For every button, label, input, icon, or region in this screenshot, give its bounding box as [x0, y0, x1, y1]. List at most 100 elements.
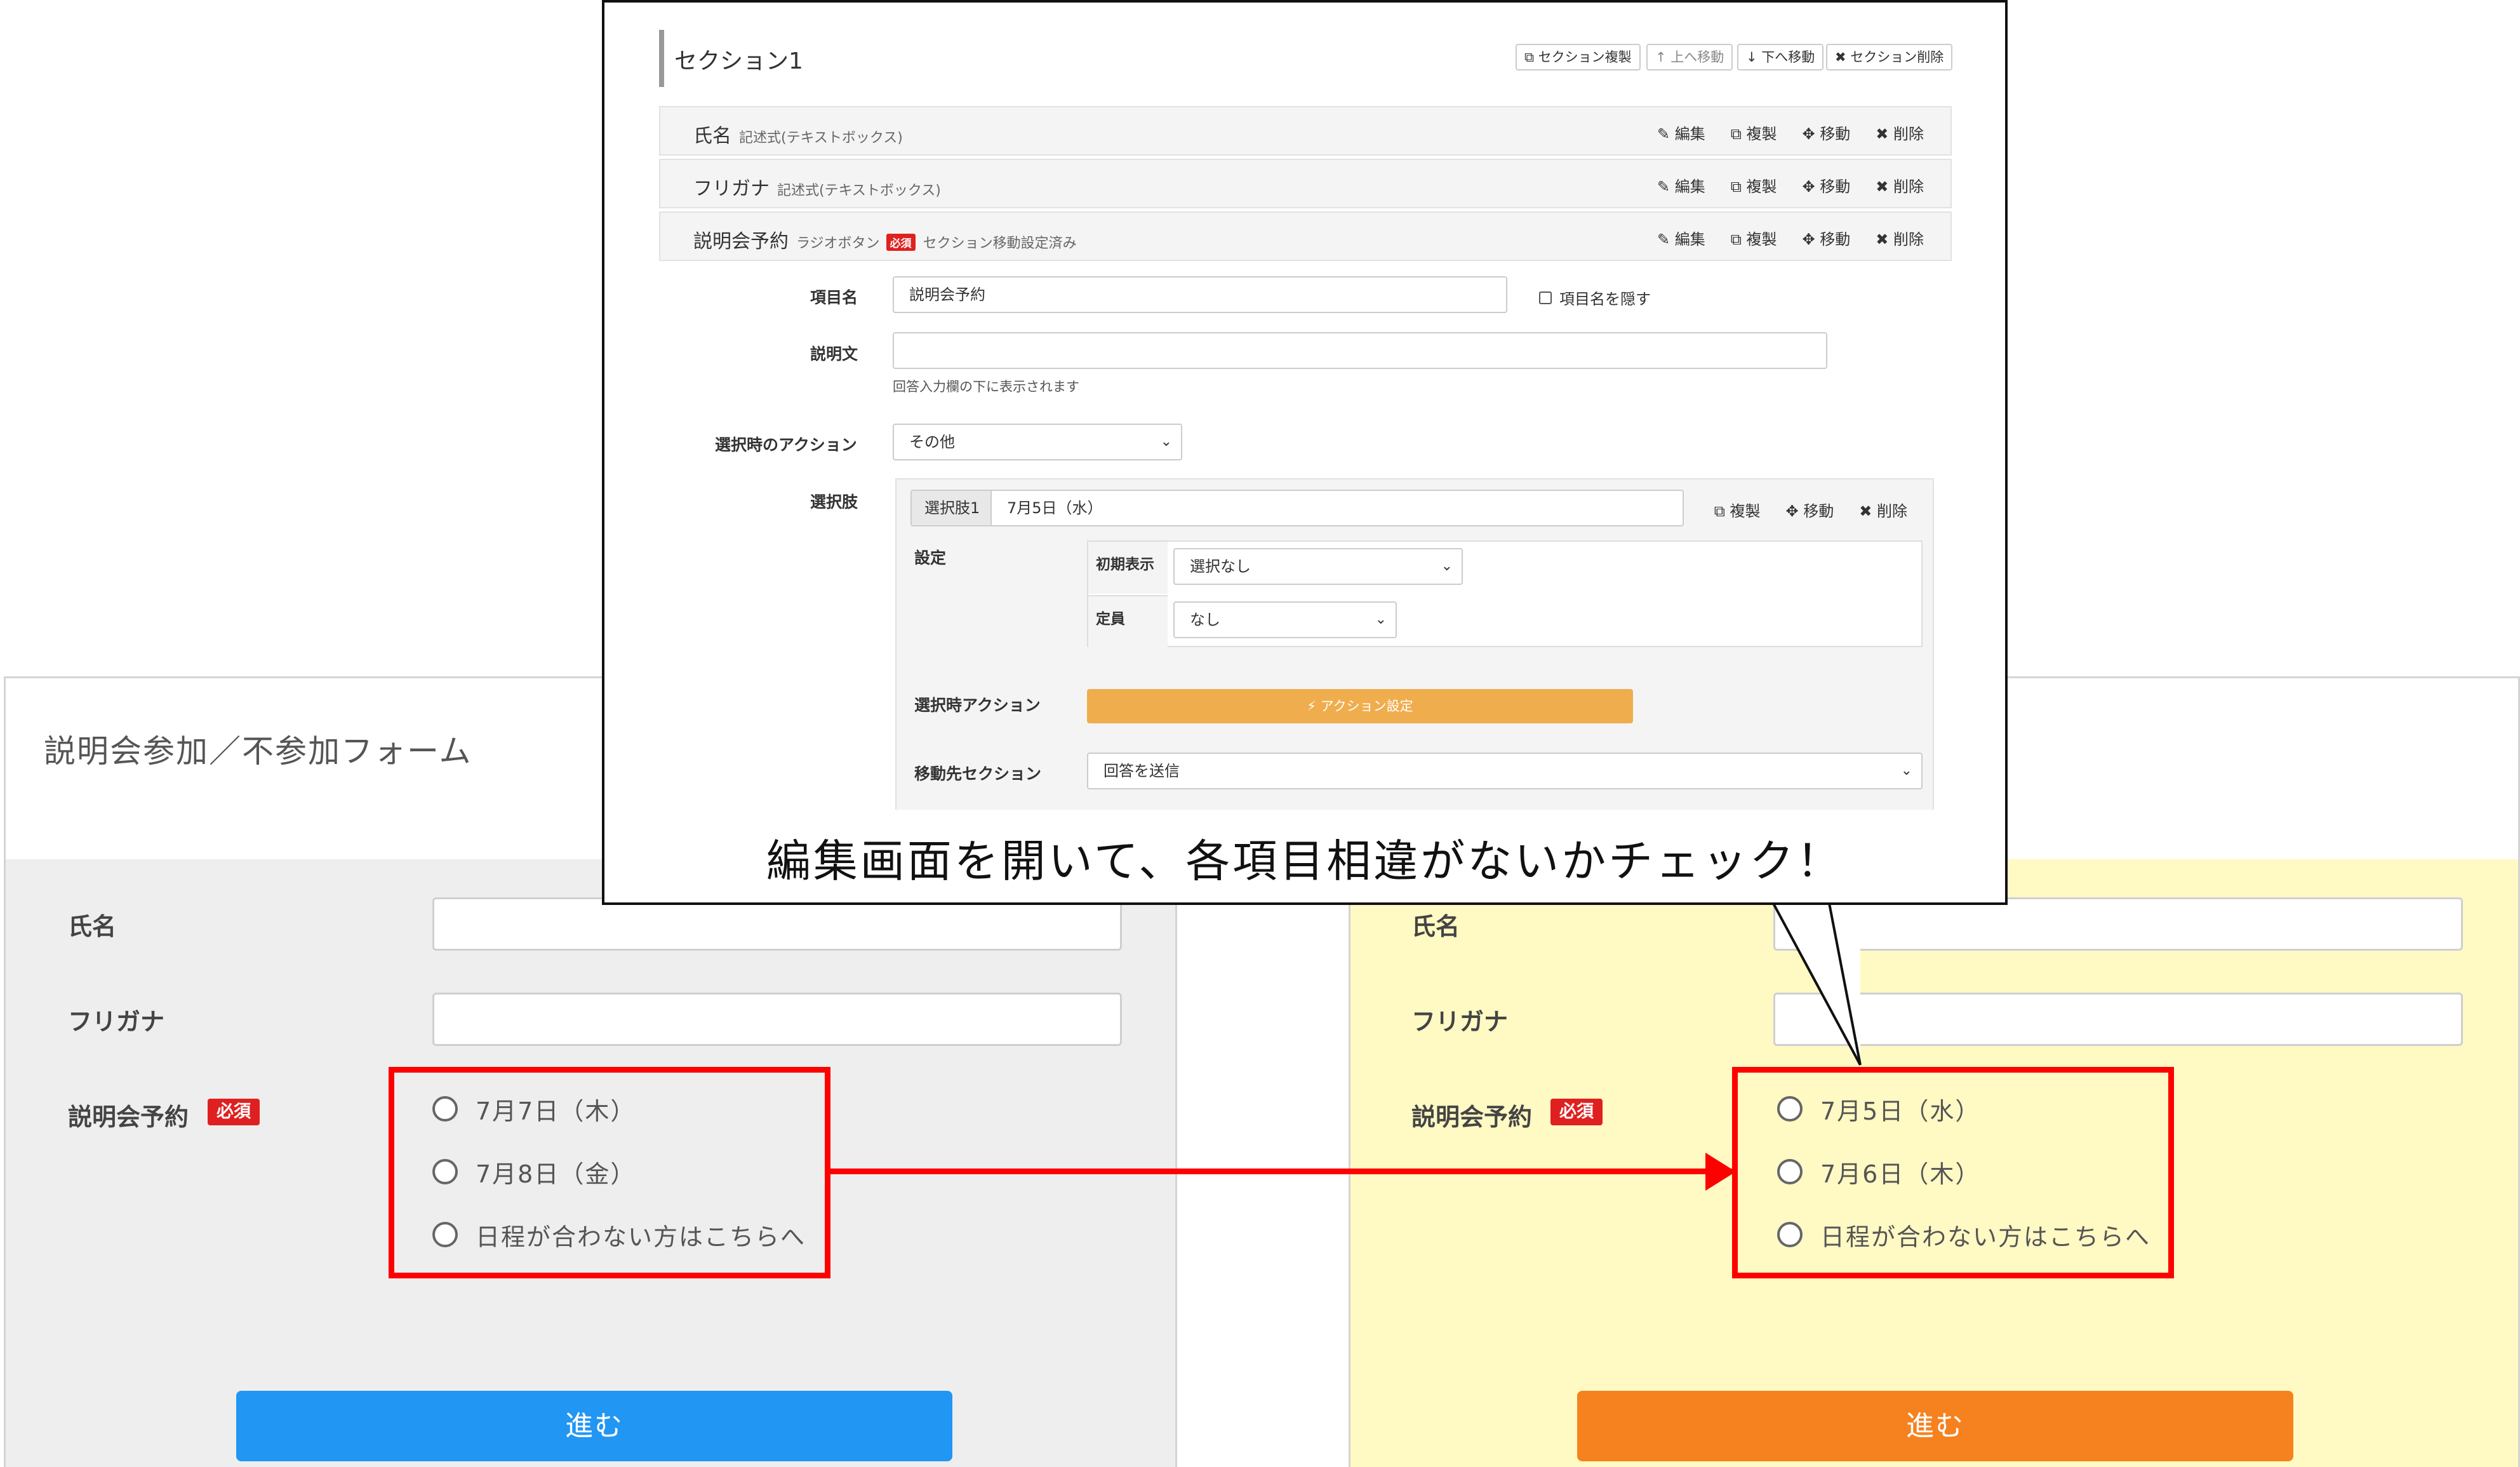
- section-duplicate-label: セクション複製: [1538, 50, 1632, 65]
- callout-tail: [1770, 899, 1862, 1066]
- callout-message: 編集画面を開いて、各項目相違がないかチェック！: [766, 835, 1844, 887]
- checkbox-icon[interactable]: [1539, 291, 1552, 304]
- duplicate-button[interactable]: ⧉ 複製: [1731, 174, 1777, 196]
- delete-button[interactable]: ✖ 削除: [1876, 227, 1924, 249]
- section-delete-label: セクション削除: [1850, 50, 1944, 65]
- question-type: 記述式(テキストボックス): [777, 183, 941, 199]
- question-actions: ✎ 編集 ⧉ 複製 ✥ 移動 ✖ 削除: [1657, 121, 1924, 144]
- question-type: ラジオボタン: [796, 236, 880, 251]
- form-title: 説明会参加／不参加フォーム: [44, 733, 472, 770]
- question-title: 氏名: [693, 125, 731, 147]
- x-icon: ✖: [1876, 125, 1893, 143]
- move-button[interactable]: ✥ 移動: [1803, 227, 1851, 249]
- description-input[interactable]: [893, 332, 1827, 369]
- destination-section-label: 移動先セクション: [914, 765, 1042, 783]
- settings-label: 設定: [914, 549, 947, 567]
- arrow-head-icon: [1705, 1153, 1736, 1191]
- section-accent-bar: [659, 30, 664, 87]
- required-badge: 必須: [886, 234, 916, 251]
- duplicate-label: 複製: [1746, 125, 1777, 143]
- duplicate-button[interactable]: ⧉ 複製: [1714, 499, 1761, 521]
- name-input[interactable]: [432, 897, 1122, 951]
- copy-icon: ⧉: [1730, 125, 1747, 143]
- proceed-button[interactable]: 進む: [1577, 1391, 2293, 1461]
- furigana-input[interactable]: [432, 993, 1122, 1046]
- delete-button[interactable]: ✖ 削除: [1859, 499, 1907, 521]
- edit-label: 編集: [1674, 125, 1705, 143]
- delete-label: 削除: [1893, 125, 1924, 143]
- name-label: 氏名: [68, 913, 117, 941]
- delete-button[interactable]: ✖ 削除: [1876, 174, 1924, 196]
- duplicate-button[interactable]: ⧉ 複製: [1731, 227, 1777, 249]
- required-badge: 必須: [1550, 1099, 1603, 1125]
- action-settings-button[interactable]: ⚡ アクション設定: [1087, 689, 1633, 723]
- question-actions: ✎ 編集 ⧉ 複製 ✥ 移動 ✖ 削除: [1657, 174, 1924, 196]
- copy-icon: ⧉: [1524, 50, 1538, 65]
- settings-table: 初期表示 選択なし ⌄ 定員 なし ⌄: [1087, 540, 1923, 647]
- chevron-down-icon: ⌄: [1900, 763, 1912, 779]
- copy-icon: ⧉: [1730, 231, 1747, 248]
- move-arrows-icon: ✥: [1802, 125, 1820, 143]
- initial-display-label: 初期表示: [1088, 542, 1168, 594]
- x-icon: ✖: [1835, 50, 1851, 65]
- destination-section-select[interactable]: 回答を送信 ⌄: [1087, 753, 1923, 789]
- proceed-button[interactable]: 進む: [236, 1391, 952, 1461]
- initial-display-value: 選択なし: [1190, 558, 1251, 575]
- section-move-down-label: 下へ移動: [1761, 50, 1815, 65]
- section-move-down-button[interactable]: ↓ 下へ移動: [1737, 44, 1824, 70]
- comparison-arrow: [829, 1169, 1735, 1174]
- highlight-box-right: [1732, 1067, 2174, 1278]
- capacity-select[interactable]: なし ⌄: [1173, 601, 1397, 638]
- move-button[interactable]: ✥ 移動: [1786, 499, 1834, 521]
- delete-label: 削除: [1877, 502, 1907, 520]
- delete-label: 削除: [1893, 231, 1924, 248]
- edit-button[interactable]: ✎ 編集: [1657, 227, 1705, 249]
- action-settings-label: アクション設定: [1320, 699, 1413, 714]
- move-label: 移動: [1820, 125, 1851, 143]
- hide-item-name-checkbox[interactable]: 項目名を隠す: [1539, 286, 1651, 309]
- duplicate-label: 複製: [1746, 231, 1777, 248]
- edit-button[interactable]: ✎ 編集: [1657, 174, 1705, 196]
- move-label: 移動: [1820, 231, 1851, 248]
- question-title: フリガナ: [693, 178, 770, 200]
- section-delete-button[interactable]: ✖ セクション削除: [1826, 44, 1953, 70]
- initial-display-select[interactable]: 選択なし ⌄: [1173, 548, 1463, 585]
- move-button[interactable]: ✥ 移動: [1803, 121, 1851, 144]
- duplicate-label: 複製: [1746, 178, 1777, 196]
- description-hint: 回答入力欄の下に表示されます: [893, 379, 1079, 394]
- edit-label: 編集: [1674, 178, 1705, 196]
- reservation-label: 説明会予約: [68, 1103, 189, 1131]
- section-duplicate-button[interactable]: ⧉ セクション複製: [1516, 44, 1641, 70]
- x-icon: ✖: [1876, 178, 1893, 196]
- question-row[interactable]: フリガナ 記述式(テキストボックス) ✎ 編集 ⧉ 複製 ✥ 移動 ✖ 削除: [659, 159, 1952, 208]
- pencil-icon: ✎: [1657, 231, 1675, 248]
- x-icon: ✖: [1876, 231, 1893, 248]
- edit-button[interactable]: ✎ 編集: [1657, 121, 1705, 144]
- selection-action-select[interactable]: その他 ⌄: [893, 424, 1182, 460]
- chevron-down-icon: ⌄: [1441, 558, 1453, 574]
- destination-section-value: 回答を送信: [1103, 762, 1180, 780]
- section-move-note: セクション移動設定済み: [923, 236, 1077, 251]
- choice-number: 選択肢1: [910, 490, 993, 526]
- item-name-input[interactable]: 説明会予約: [893, 276, 1507, 313]
- move-button[interactable]: ✥ 移動: [1803, 174, 1851, 196]
- question-row-expanded[interactable]: 説明会予約 ラジオボタン 必須 セクション移動設定済み ✎ 編集 ⧉ 複製 ✥ 移動 …: [659, 211, 1952, 261]
- delete-button[interactable]: ✖ 削除: [1876, 121, 1924, 144]
- question-name: 氏名 記述式(テキストボックス): [693, 120, 903, 148]
- copy-icon: ⧉: [1730, 178, 1747, 196]
- duplicate-button[interactable]: ⧉ 複製: [1731, 121, 1777, 144]
- capacity-label: 定員: [1088, 595, 1168, 647]
- capacity-value: なし: [1190, 611, 1220, 629]
- chevron-down-icon: ⌄: [1375, 612, 1387, 627]
- pencil-icon: ✎: [1657, 178, 1675, 196]
- required-badge: 必須: [208, 1099, 260, 1125]
- question-name: 説明会予約 ラジオボタン 必須 セクション移動設定済み: [693, 225, 1077, 253]
- selection-action-label: 選択時のアクション: [715, 436, 857, 454]
- copy-icon: ⧉: [1714, 502, 1730, 520]
- x-icon: ✖: [1859, 502, 1877, 520]
- question-row[interactable]: 氏名 記述式(テキストボックス) ✎ 編集 ⧉ 複製 ✥ 移動 ✖ 削除: [659, 106, 1952, 156]
- selection-action-value: その他: [909, 433, 955, 451]
- choice-input[interactable]: 7月5日（水）: [990, 490, 1684, 526]
- section-move-up-button[interactable]: ↑ 上へ移動: [1646, 44, 1733, 70]
- furigana-label: フリガナ: [1411, 1008, 1509, 1036]
